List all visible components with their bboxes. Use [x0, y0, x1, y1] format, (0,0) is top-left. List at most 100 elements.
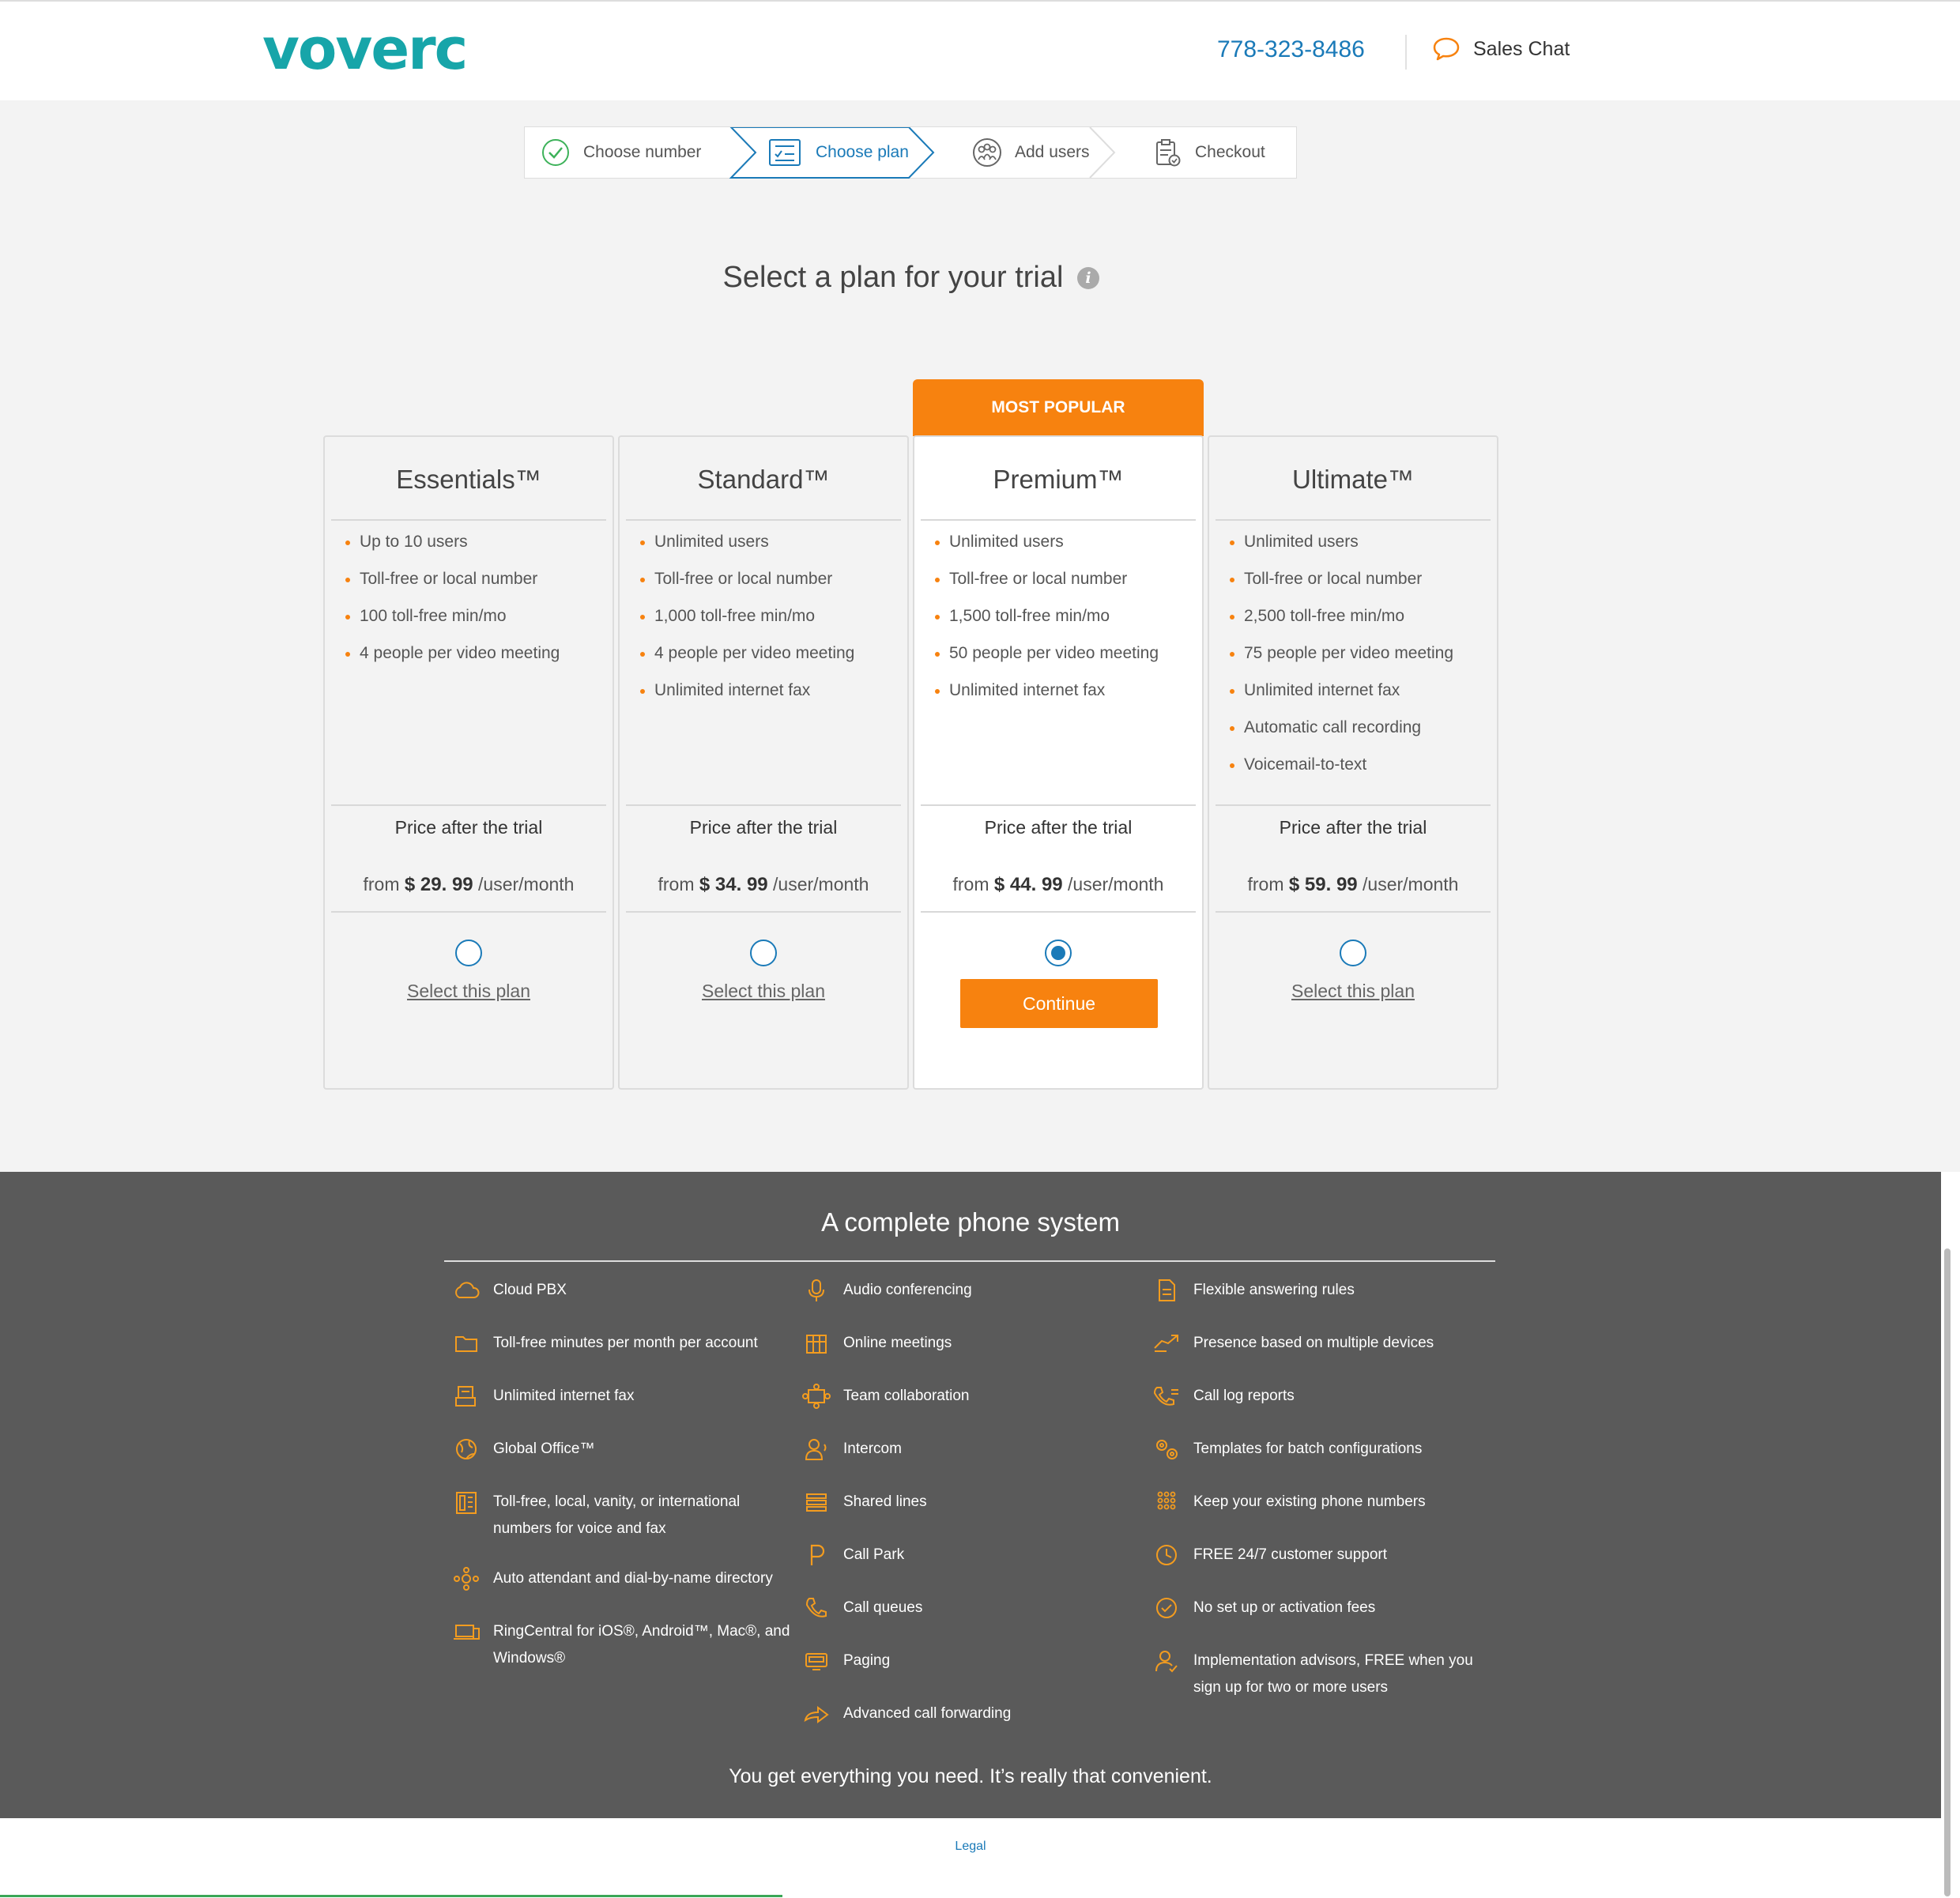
section-tagline: You get everything you need. It’s really…: [729, 1765, 1212, 1787]
select-plan-link[interactable]: Select this plan: [620, 981, 907, 1002]
plan-feature: Unlimited users: [1230, 533, 1453, 570]
price-label: Price after the trial: [1279, 817, 1427, 838]
plan-feature: 1,500 toll-free min/mo: [935, 607, 1159, 644]
microphone-icon: [808, 1279, 824, 1301]
plan-name: Premium™: [993, 465, 1124, 494]
plan-feature: Automatic call recording: [1230, 718, 1453, 755]
legal-link[interactable]: Legal: [0, 1840, 1941, 1854]
feature-batch-templates: Templates for batch configurations: [1152, 1436, 1422, 1463]
feature-keep-numbers: Keep your existing phone numbers: [1152, 1489, 1426, 1516]
plan-feature: 2,500 toll-free min/mo: [1230, 607, 1453, 644]
step-add-users[interactable]: Add users: [972, 127, 1090, 178]
feature-call-forwarding: Advanced call forwarding: [802, 1700, 1011, 1727]
feature-paging: Paging: [802, 1648, 890, 1674]
check-icon: [1156, 1598, 1177, 1618]
chat-bubble-icon: [1433, 37, 1460, 61]
plan-name: Ultimate™: [1291, 465, 1415, 494]
folder-icon: [455, 1336, 477, 1352]
plan-feature: 4 people per video meeting: [345, 644, 560, 681]
plan-name: Essentials™: [396, 465, 541, 494]
feature-call-park: Call Park: [802, 1542, 904, 1568]
continue-button[interactable]: Continue: [960, 979, 1158, 1028]
price-label: Price after the trial: [984, 817, 1133, 838]
scrollbar-thumb[interactable]: [1944, 1248, 1951, 1896]
users-group-icon: [973, 138, 1001, 167]
plan-feature: Unlimited internet fax: [640, 681, 854, 718]
feature-audio-conferencing: Audio conferencing: [802, 1277, 972, 1304]
feature-auto-attendant: Auto attendant and dial-by-name director…: [452, 1565, 773, 1592]
advisor-icon: [1155, 1651, 1178, 1673]
price-label: Price after the trial: [689, 817, 838, 838]
step-choose-number[interactable]: Choose number: [541, 127, 701, 178]
feature-team-collaboration: Team collaboration: [802, 1383, 969, 1410]
step-label: Checkout: [1195, 143, 1265, 161]
feature-online-meetings: Online meetings: [802, 1330, 952, 1357]
price-amount: $ 34. 99: [699, 874, 768, 895]
clock-icon: [1156, 1545, 1177, 1565]
cloud-icon: [455, 1282, 480, 1298]
feature-implementation-advisors: Implementation advisors, FREE when you si…: [1152, 1648, 1473, 1701]
select-plan-link[interactable]: Select this plan: [325, 981, 612, 1002]
plan-price: from $ 59. 99 /user/month: [1247, 874, 1459, 895]
plan-radio-essentials[interactable]: [455, 940, 482, 966]
sales-phone-link[interactable]: 778-323-8486: [1217, 36, 1365, 63]
plan-radio-premium[interactable]: [1045, 940, 1072, 966]
plan-feature: 75 people per video meeting: [1230, 644, 1453, 681]
plan-feature: 4 people per video meeting: [640, 644, 854, 681]
forwarding-icon: [804, 1706, 829, 1723]
parking-icon: [810, 1544, 825, 1565]
brand-logo[interactable]: voverc: [262, 17, 468, 81]
page-footer: Legal: [0, 1818, 1941, 1898]
plan-radio-standard[interactable]: [750, 940, 777, 966]
plan-feature: Unlimited users: [640, 533, 854, 570]
plan-feature: Unlimited internet fax: [935, 681, 1159, 718]
feature-no-fees: No set up or activation fees: [1152, 1595, 1375, 1621]
divider: [331, 519, 606, 521]
info-icon[interactable]: i: [1077, 267, 1099, 289]
clipboard-check-icon: [1156, 139, 1181, 167]
price-label: Price after the trial: [394, 817, 543, 838]
intercom-icon: [805, 1439, 827, 1460]
step-label: Add users: [1015, 143, 1090, 161]
plan-features: Unlimited users Toll-free or local numbe…: [1230, 533, 1453, 793]
feature-answering-rules: Flexible answering rules: [1152, 1277, 1355, 1304]
plan-features: Unlimited users Toll-free or local numbe…: [935, 533, 1159, 718]
keypad-icon: [1157, 1491, 1176, 1510]
page-load-bar: [0, 1895, 782, 1897]
select-plan-link[interactable]: Select this plan: [1209, 981, 1497, 1002]
feature-mobile-apps: RingCentral for iOS®, Android™, Mac®, an…: [452, 1618, 790, 1672]
document-icon: [1159, 1279, 1175, 1301]
plan-feature: Toll-free or local number: [1230, 570, 1453, 607]
plan-card-ultimate: Ultimate™ Unlimited users Toll-free or l…: [1208, 435, 1498, 1090]
step-choose-plan[interactable]: Choose plan: [767, 127, 909, 178]
plan-price: from $ 44. 99 /user/month: [952, 874, 1164, 895]
feature-phone-numbers: Toll-free, local, vanity, or internation…: [452, 1489, 740, 1542]
plan-name: Standard™: [697, 465, 830, 494]
divider: [921, 911, 1196, 913]
step-label: Choose number: [583, 143, 702, 161]
sales-chat-button[interactable]: Sales Chat: [1432, 36, 1570, 62]
phone-numbers-icon: [456, 1492, 477, 1514]
phone-system-section: A complete phone system Cloud PBX Toll-f…: [0, 1172, 1941, 1818]
header-divider: [1405, 35, 1407, 70]
check-circle-icon: [542, 139, 569, 166]
feature-global-office: Global Office™: [452, 1436, 594, 1463]
plan-feature: Toll-free or local number: [345, 570, 560, 607]
sales-chat-label: Sales Chat: [1473, 37, 1570, 60]
plan-card-standard: Standard™ Unlimited users Toll-free or l…: [618, 435, 909, 1090]
feature-shared-lines: Shared lines: [802, 1489, 927, 1516]
fax-icon: [455, 1386, 476, 1407]
price-amount: $ 59. 99: [1288, 874, 1358, 895]
plan-feature: 100 toll-free min/mo: [345, 607, 560, 644]
plan-feature: Unlimited internet fax: [1230, 681, 1453, 718]
plan-price: from $ 29. 99 /user/month: [363, 874, 575, 895]
plan-card-premium: Premium™ Unlimited users Toll-free or lo…: [913, 435, 1204, 1090]
plan-feature: 1,000 toll-free min/mo: [640, 607, 854, 644]
devices-icon: [454, 1625, 480, 1640]
plan-radio-ultimate[interactable]: [1340, 940, 1366, 966]
section-title: A complete phone system: [821, 1207, 1120, 1237]
feature-cloud-pbx: Cloud PBX: [452, 1277, 567, 1304]
call-log-icon: [1153, 1387, 1178, 1406]
divider: [331, 804, 606, 806]
step-checkout[interactable]: Checkout: [1152, 127, 1265, 178]
